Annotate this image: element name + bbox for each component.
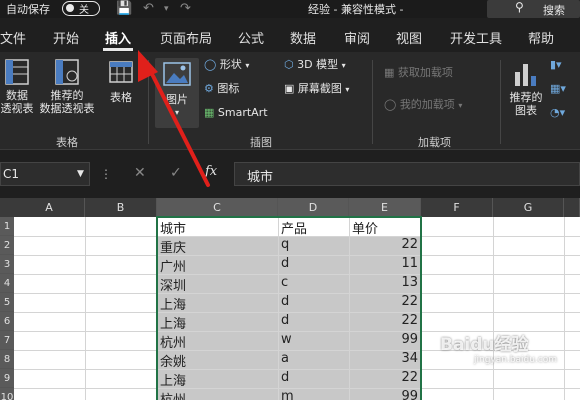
annotation-arrow xyxy=(138,50,210,187)
